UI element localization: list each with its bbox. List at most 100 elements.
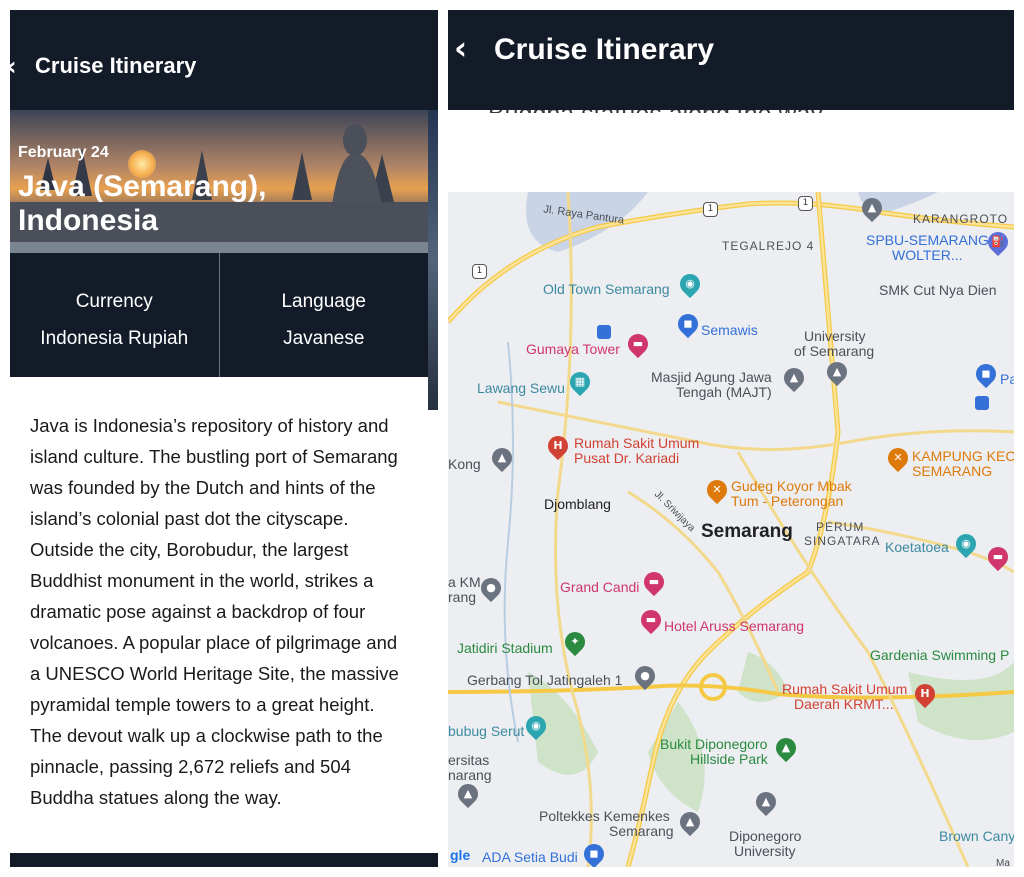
park-pin-icon[interactable]: ▲ bbox=[771, 733, 801, 763]
train-station-icon[interactable] bbox=[975, 396, 989, 410]
google-logo: gle bbox=[450, 847, 471, 863]
place-label[interactable]: Tengah (MAJT) bbox=[676, 385, 772, 400]
language-value: Javanese bbox=[283, 328, 365, 349]
place-label[interactable]: Koetatoea bbox=[885, 540, 949, 555]
camera-pin-icon[interactable]: ◉ bbox=[675, 269, 705, 299]
area-label: PERUM bbox=[816, 520, 865, 534]
place-label[interactable]: Masjid Agung Jawa bbox=[651, 370, 772, 385]
school-pin-icon[interactable]: ▲ bbox=[751, 787, 781, 817]
place-label[interactable]: Daerah KRMT... bbox=[794, 697, 894, 712]
shopping-pin-icon[interactable]: ◼ bbox=[673, 309, 703, 339]
place-label[interactable]: University bbox=[804, 329, 865, 344]
place-label[interactable]: Gerbang Tol Jatingaleh 1 bbox=[467, 673, 622, 688]
area-label: KARANGROTO bbox=[913, 212, 1009, 226]
place-label[interactable]: KAMPUNG KEC bbox=[912, 449, 1014, 464]
place-label[interactable]: Grand Candi bbox=[560, 580, 639, 595]
place-label[interactable]: SPBU-SEMARANG bbox=[866, 233, 989, 248]
place-label[interactable]: ersitas bbox=[448, 753, 489, 768]
language-cell: Language Javanese bbox=[218, 253, 429, 377]
itinerary-screen-right: Buddha statues along the way. ‹ Cruise I… bbox=[448, 10, 1014, 867]
place-label[interactable]: Hillside Park bbox=[690, 752, 768, 767]
school-pin-icon[interactable]: ▲ bbox=[453, 779, 483, 809]
mosque-pin-icon[interactable]: ▲ bbox=[779, 363, 809, 393]
hotel-pin-icon[interactable]: ▬ bbox=[639, 567, 669, 597]
background-strip bbox=[428, 110, 438, 410]
place-label[interactable]: rang bbox=[448, 590, 476, 605]
hero-image: February 24 Java (Semarang), Indonesia bbox=[10, 110, 428, 253]
info-grid: Currency Indonesia Rupiah Language Javan… bbox=[10, 253, 428, 377]
place-label[interactable]: Pa bbox=[1000, 372, 1014, 387]
hero-place: Java (Semarang), Indonesia bbox=[18, 170, 267, 237]
page-title: Cruise Itinerary bbox=[494, 33, 715, 66]
shopping-pin-icon[interactable]: ◼ bbox=[971, 359, 1001, 389]
place-label[interactable]: Old Town Semarang bbox=[543, 282, 670, 297]
description-text: Java is Indonesia’s repository of histor… bbox=[30, 415, 399, 808]
place-label[interactable]: SEMARANG bbox=[912, 464, 992, 479]
hero-date: February 24 bbox=[18, 144, 109, 161]
place-label[interactable]: Brown Cany bbox=[939, 829, 1014, 844]
restaurant-pin-icon[interactable]: ✕ bbox=[702, 475, 732, 505]
building-pin-icon[interactable]: ▲ bbox=[487, 443, 517, 473]
shopping-pin-icon[interactable]: ◼ bbox=[579, 839, 609, 867]
hotel-pin-icon[interactable]: ▬ bbox=[623, 329, 653, 359]
school-pin-icon[interactable]: ▲ bbox=[822, 357, 852, 387]
camera-pin-icon[interactable]: ◉ bbox=[951, 529, 981, 559]
map-attribution: Ma bbox=[996, 858, 1010, 867]
place-label[interactable]: ADA Setia Budi bbox=[482, 850, 578, 865]
hotel-pin-icon[interactable]: ▬ bbox=[983, 542, 1013, 572]
camera-pin-icon[interactable]: ◉ bbox=[521, 711, 551, 741]
place-label[interactable]: Gumaya Tower bbox=[526, 342, 620, 357]
area-label: SINGATARA bbox=[804, 534, 881, 548]
place-label[interactable]: Jatidiri Stadium bbox=[457, 641, 553, 656]
map-view[interactable]: 1 1 1 Jl. Raya Pantura KARANGROTO TEGALR… bbox=[448, 192, 1014, 867]
stadium-pin-icon[interactable]: ✦ bbox=[560, 627, 590, 657]
city-label: Semarang bbox=[701, 521, 793, 542]
itinerary-screen-left: ‹ Cruise Itinerary February 24 Java (Sem… bbox=[10, 10, 438, 867]
place-label[interactable]: of Semarang bbox=[794, 344, 874, 359]
chevron-left-icon[interactable]: ‹ bbox=[10, 54, 17, 80]
place-label[interactable]: Gardenia Swimming P bbox=[870, 648, 1009, 663]
place-label[interactable]: Semarang bbox=[609, 824, 674, 839]
landmark-pin-icon[interactable]: ▦ bbox=[565, 367, 595, 397]
school-pin-icon[interactable]: ▲ bbox=[675, 807, 705, 837]
place-pin-icon[interactable]: ● bbox=[476, 573, 506, 603]
language-label: Language bbox=[281, 291, 367, 312]
train-station-icon[interactable] bbox=[597, 325, 611, 339]
bottom-bar bbox=[10, 853, 438, 867]
place-label[interactable]: Rumah Sakit Umum bbox=[782, 682, 907, 697]
place-label[interactable]: Bukit Diponegoro bbox=[660, 737, 767, 752]
restaurant-pin-icon[interactable]: ✕ bbox=[883, 443, 913, 473]
place-label[interactable]: narang bbox=[448, 768, 492, 783]
area-label: Djomblang bbox=[544, 496, 611, 512]
place-label[interactable]: Lawang Sewu bbox=[477, 381, 565, 396]
road-shield-1: 1 bbox=[798, 196, 813, 211]
place-label[interactable]: Rumah Sakit Umum bbox=[574, 436, 699, 451]
place-label[interactable]: WOLTER... bbox=[892, 248, 963, 263]
place-label[interactable]: Kong bbox=[448, 457, 481, 472]
place-label[interactable]: bubug Serut bbox=[448, 724, 524, 739]
place-label[interactable]: Gudeg Koyor Mbak bbox=[731, 479, 852, 494]
place-label[interactable]: a KM bbox=[448, 575, 481, 590]
hospital-pin-icon[interactable]: H bbox=[910, 679, 940, 709]
header-bar: ‹ Cruise Itinerary bbox=[10, 10, 438, 110]
currency-value: Indonesia Rupiah bbox=[40, 328, 189, 349]
hotel-pin-icon[interactable]: ▬ bbox=[636, 605, 666, 635]
place-label[interactable]: Tum - Peterongan bbox=[731, 494, 843, 509]
fuel-pin-icon[interactable]: ⛽ bbox=[983, 227, 1013, 257]
place-pin-icon[interactable]: ● bbox=[630, 661, 660, 691]
school-pin-icon[interactable]: ▲ bbox=[857, 193, 887, 223]
place-label[interactable]: Semawis bbox=[701, 323, 758, 338]
place-label[interactable]: Pusat Dr. Kariadi bbox=[574, 451, 679, 466]
page-title: Cruise Itinerary bbox=[35, 53, 197, 78]
place-label[interactable]: University bbox=[734, 844, 795, 859]
currency-label: Currency bbox=[75, 291, 153, 312]
header-bar: ‹ Cruise Itinerary bbox=[448, 10, 1014, 110]
place-label[interactable]: Hotel Aruss Semarang bbox=[664, 619, 804, 634]
place-label[interactable]: Poltekkes Kemenkes bbox=[539, 809, 670, 824]
chevron-left-icon[interactable]: ‹ bbox=[454, 32, 467, 64]
hospital-pin-icon[interactable]: H bbox=[543, 431, 573, 461]
place-label[interactable]: Diponegoro bbox=[729, 829, 801, 844]
place-label[interactable]: SMK Cut Nya Dien bbox=[879, 283, 996, 298]
area-label: TEGALREJO 4 bbox=[722, 239, 815, 253]
road-shield-1: 1 bbox=[703, 202, 718, 217]
